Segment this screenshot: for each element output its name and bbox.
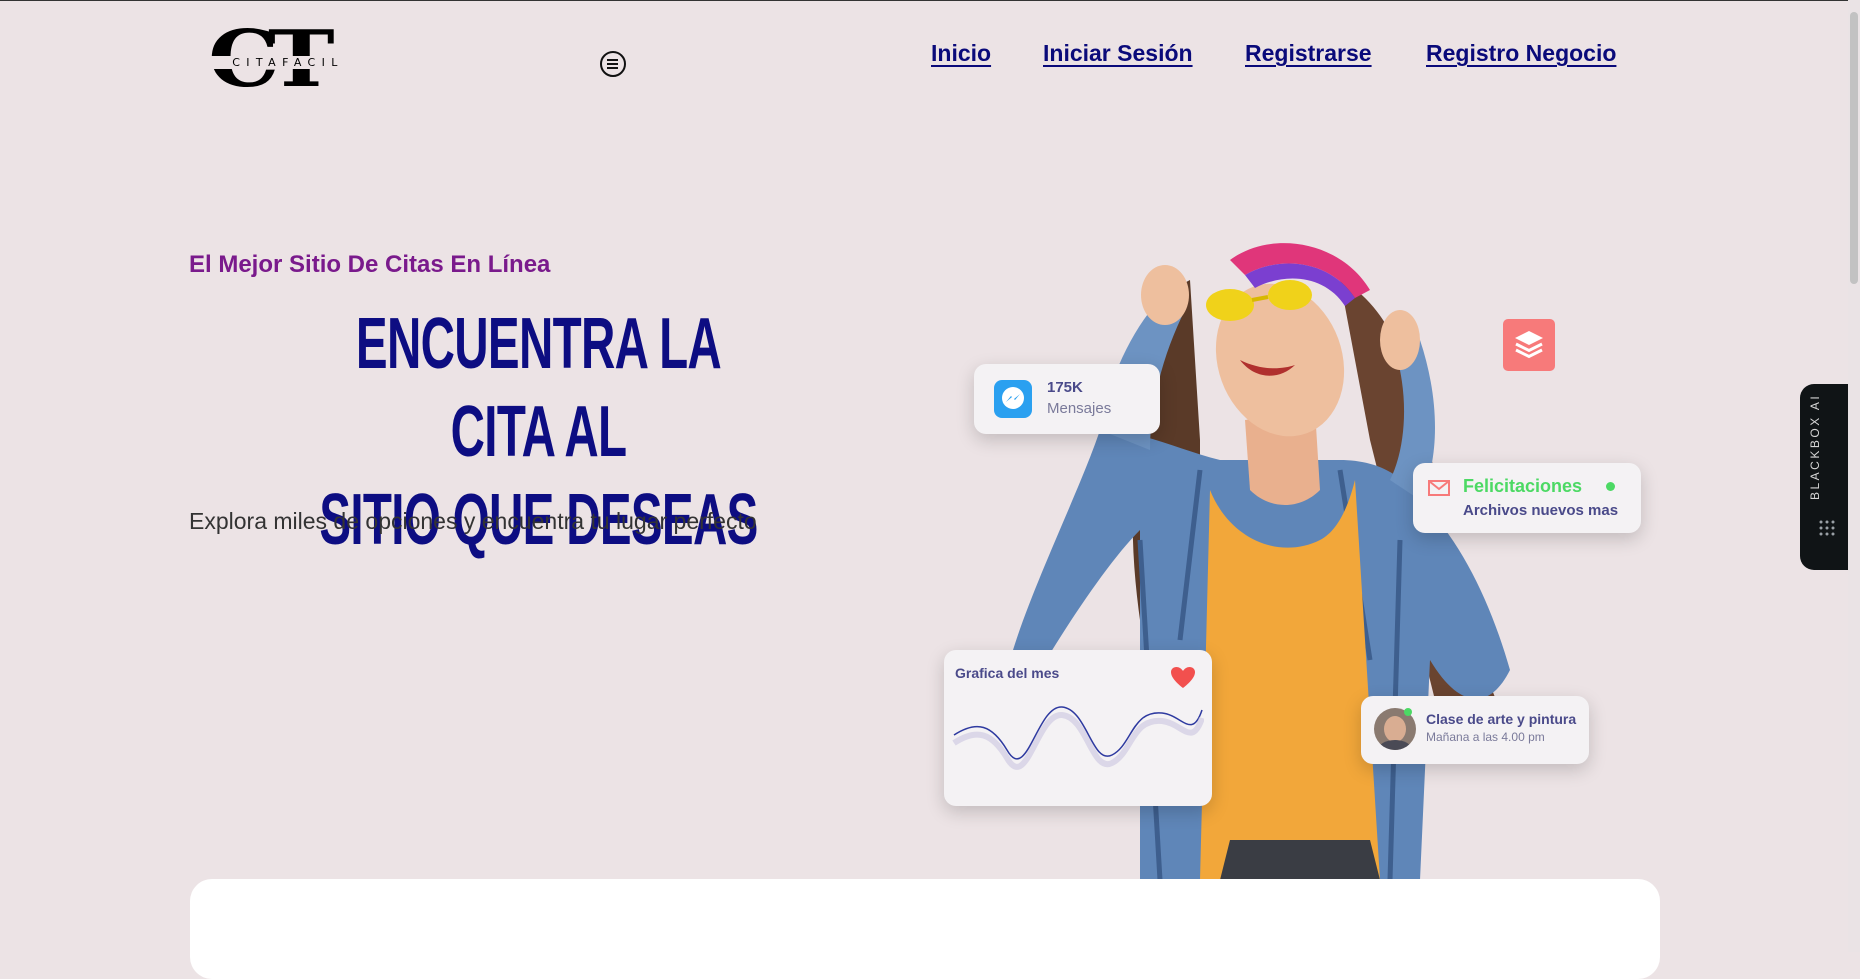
hero-subtext: Explora miles de opciones y encuentra tu… bbox=[189, 508, 757, 534]
online-dot bbox=[1404, 708, 1412, 716]
event-time: Mañana a las 4.00 pm bbox=[1426, 730, 1545, 744]
window-top-border bbox=[0, 0, 1860, 1]
messages-count: 175K bbox=[1047, 379, 1083, 396]
nav-link-registrarse[interactable]: Registrarse bbox=[1245, 40, 1372, 67]
blackbox-ai-label: BLACKBOX AI bbox=[1808, 393, 1822, 500]
chart-card: Grafica del mes bbox=[944, 650, 1212, 806]
chart-title: Grafica del mes bbox=[955, 665, 1060, 681]
messages-card: 175K Mensajes bbox=[974, 364, 1160, 434]
dots-grid-icon bbox=[1819, 520, 1835, 536]
menu-circle-icon[interactable] bbox=[600, 51, 626, 77]
event-title: Clase de arte y pintura bbox=[1426, 711, 1577, 727]
event-card: Clase de arte y pintura Mañana a las 4.0… bbox=[1361, 696, 1589, 764]
online-dot bbox=[1606, 482, 1615, 491]
layers-button[interactable] bbox=[1503, 319, 1555, 371]
congrats-card: Felicitaciones Archivos nuevos mas bbox=[1413, 463, 1641, 533]
nav-link-iniciar-sesion[interactable]: Iniciar Sesión bbox=[1043, 40, 1193, 67]
scrollbar-thumb[interactable] bbox=[1850, 12, 1858, 284]
messenger-icon bbox=[994, 380, 1032, 418]
messages-label: Mensajes bbox=[1047, 400, 1112, 417]
monthly-wave-chart bbox=[952, 706, 1204, 770]
mail-icon bbox=[1428, 480, 1450, 496]
logo-name: CITAFACIL bbox=[206, 56, 370, 69]
nav-link-registro-negocio[interactable]: Registro Negocio bbox=[1426, 40, 1616, 67]
hero-headline-line1: ENCUENTRA LA CITA AL bbox=[355, 304, 722, 472]
congrats-subtitle: Archivos nuevos mas bbox=[1463, 502, 1619, 519]
hero-eyebrow: El Mejor Sitio De Citas En Línea bbox=[189, 251, 551, 278]
heart-icon[interactable] bbox=[1170, 666, 1196, 690]
citafacil-logo[interactable]: CT CITAFACIL bbox=[206, 20, 370, 100]
nav-link-inicio[interactable]: Inicio bbox=[931, 40, 991, 67]
congrats-title: Felicitaciones bbox=[1463, 476, 1583, 496]
content-section-card bbox=[190, 879, 1660, 979]
layers-icon bbox=[1515, 331, 1543, 359]
